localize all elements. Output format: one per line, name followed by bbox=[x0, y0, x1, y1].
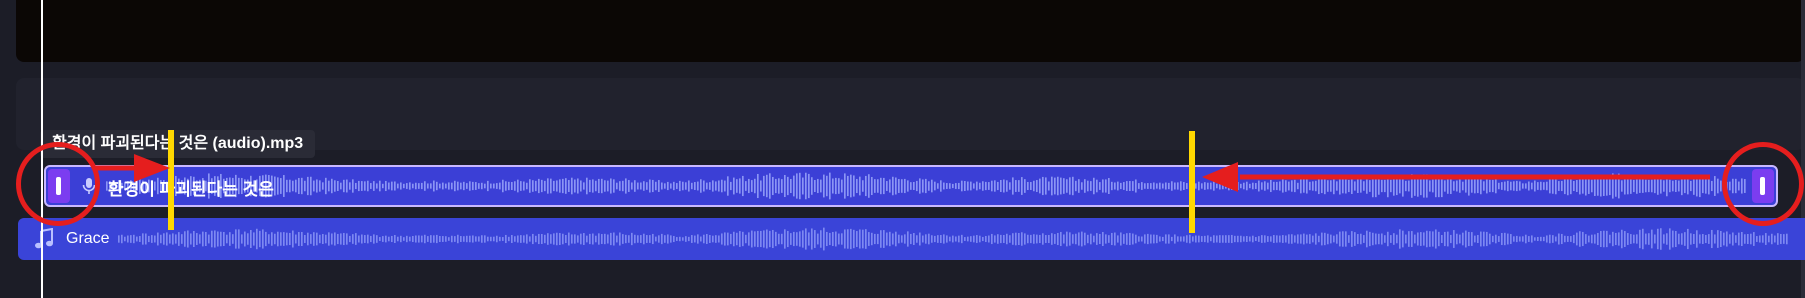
music-clip-label: Grace bbox=[66, 230, 110, 247]
annotation-right-circle bbox=[1722, 142, 1804, 226]
video-track[interactable] bbox=[16, 0, 1805, 62]
music-clip[interactable]: Grace bbox=[18, 218, 1805, 260]
annotation-start-marker bbox=[168, 130, 174, 230]
audio-clip[interactable]: 환경이 파괴된다는 것은 bbox=[44, 165, 1778, 207]
audio-clip-label: 환경이 파괴된다는 것은 bbox=[108, 180, 274, 199]
music-waveform bbox=[118, 227, 1788, 251]
annotation-end-marker bbox=[1189, 131, 1195, 233]
timeline-editor: 환경이 파괴된다는 것은 (audio).mp3 환경이 파괴된다는 것은 Gr… bbox=[0, 0, 1805, 298]
music-note-icon bbox=[35, 228, 53, 249]
annotation-left-circle bbox=[16, 142, 100, 226]
audio-waveform bbox=[106, 172, 1746, 200]
